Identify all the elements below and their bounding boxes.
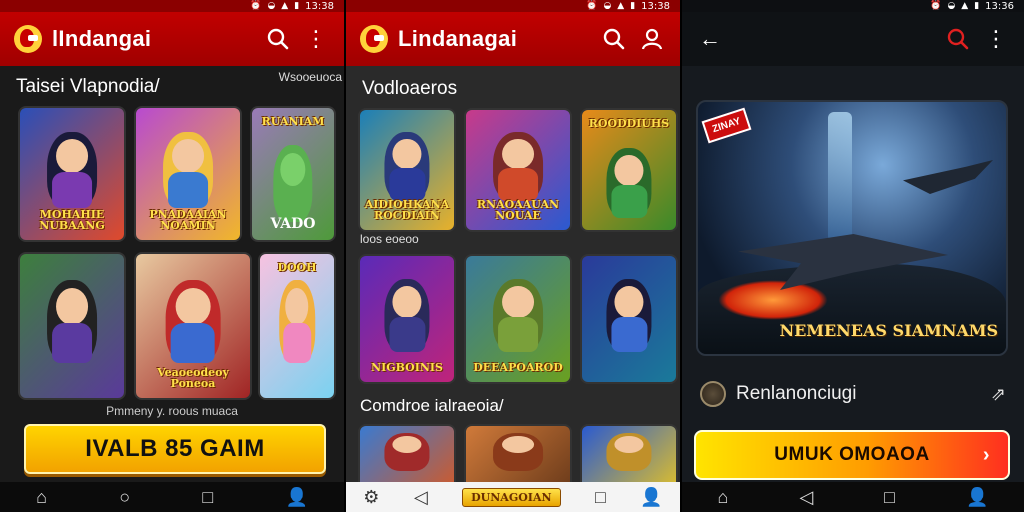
side-label: Wsooeuoca [278, 70, 342, 84]
back-icon[interactable]: ◁ [414, 487, 428, 508]
chevron-right-icon: › [982, 443, 990, 466]
hero-banner[interactable]: ZINAY NEMENEAS SIAMNAMS [696, 100, 1008, 356]
game-tile[interactable]: DOOH [258, 252, 336, 400]
alarm-icon: ⏰ [250, 1, 262, 11]
app-bar: ← ⋮ [682, 12, 1024, 66]
status-time: 13:38 [305, 0, 334, 12]
search-icon[interactable] [944, 25, 972, 53]
game-tile[interactable]: PNADAAIAN NOAMIN [134, 106, 242, 242]
tile-title: PNADAAIAN NOAMIN [149, 207, 227, 233]
circle-icon[interactable]: ○ [119, 487, 130, 508]
unlock-button[interactable]: UMUK OMOAOA › [694, 430, 1010, 480]
game-tile[interactable]: Veaoeodeoy Poneoa [134, 252, 252, 400]
spaceship-art-small [903, 160, 993, 194]
caption-text: Pmmeny y. roous muaca [106, 404, 238, 418]
screen-detail: ⏰ ◒ ▲ ▮ 13:36 ← ⋮ ZINAY NEMENEAS SIAMNAM… [682, 0, 1024, 512]
bottom-nav: ⌂ ○ □ 👤 [0, 482, 344, 512]
tile-title: RNAOAAUAN NOUAE [476, 197, 560, 223]
bottom-nav: ⚙ ◁ DUNAGOIAN □ 👤 [346, 482, 680, 512]
signal-icon: ▲ [281, 1, 289, 11]
game-info-row: Renlanonciugi ⇗ [700, 378, 1006, 410]
game-tile[interactable] [580, 254, 678, 384]
share-icon[interactable]: ⇗ [991, 384, 1006, 405]
profile-icon[interactable] [638, 25, 666, 53]
screen-home: ⏰ ◒ ▲ ▮ 13:38 lIndangai ⋮ Taisei Vlapnod… [0, 0, 344, 512]
status-bar: ⏰ ◒ ▲ ▮ 13:38 [0, 0, 344, 12]
tile-subtitle: VADO [270, 216, 316, 233]
status-time: 13:36 [985, 0, 1014, 12]
signal-icon: ▲ [961, 1, 969, 11]
square-icon[interactable]: □ [202, 487, 213, 508]
game-emblem-icon [700, 381, 726, 407]
app-title: lIndangai [52, 26, 152, 51]
tile-title: MOHAHIE NUBAANG [39, 207, 105, 233]
tile-title: DEEAPOAROD [473, 361, 563, 375]
game-tile[interactable]: NIGBOINIS [358, 254, 456, 384]
wifi-icon: ◒ [603, 1, 612, 11]
game-tile[interactable]: RNAOAAUAN NOUAE [464, 108, 572, 232]
battery-icon: ▮ [294, 1, 300, 11]
game-tile[interactable]: ROODDIUHS [580, 108, 678, 232]
battery-icon: ▮ [630, 1, 636, 11]
more-vertical-icon[interactable]: ⋮ [982, 25, 1010, 53]
back-icon[interactable]: ◁ [799, 487, 813, 508]
game-tile[interactable]: MOHAHIE NUBAANG [18, 106, 126, 242]
search-icon[interactable] [600, 25, 628, 53]
subsection-label: loos eoeoo [360, 232, 419, 246]
signal-icon: ▲ [617, 1, 625, 11]
status-bar: ⏰ ◒ ▲ ▮ 13:38 [346, 0, 680, 12]
game-tile[interactable] [18, 252, 126, 400]
status-bar: ⏰ ◒ ▲ ▮ 13:36 [682, 0, 1024, 12]
character-art [273, 144, 313, 222]
home-icon[interactable]: ⌂ [36, 487, 47, 508]
game-tile[interactable]: DEEAPOAROD [464, 254, 572, 384]
section-title-2: Comdroe ialraeoia/ [360, 396, 504, 415]
app-title: Lindanagai [398, 26, 518, 51]
home-icon[interactable]: ⌂ [717, 487, 728, 508]
wifi-icon: ◒ [947, 1, 956, 11]
character-art [47, 131, 97, 209]
tile-title: RUANIAM [261, 115, 325, 128]
more-vertical-icon[interactable]: ⋮ [302, 25, 330, 53]
tile-title: NIGBOINIS [371, 361, 443, 375]
app-bar: Lindanagai [346, 12, 680, 66]
play-button[interactable]: IVALB 85 GAIM [24, 424, 326, 474]
battery-icon: ▮ [974, 1, 980, 11]
search-icon[interactable] [264, 25, 292, 53]
tile-title: AIDIOHKANA ROCDIAIN [364, 197, 450, 223]
character-art [279, 279, 315, 364]
wifi-icon: ◒ [267, 1, 276, 11]
character-art [165, 279, 221, 364]
tile-title: ROODDIUHS [588, 117, 670, 130]
character-art [163, 131, 213, 209]
profile-icon[interactable]: 👤 [640, 487, 662, 508]
tile-title: Veaoeodeoy Poneoa [157, 365, 229, 391]
profile-icon[interactable]: 👤 [285, 487, 307, 508]
app-logo-icon [360, 25, 388, 53]
back-arrow-icon[interactable]: ← [696, 25, 724, 53]
profile-icon[interactable]: 👤 [966, 487, 988, 508]
tile-title: DOOH [277, 261, 317, 274]
light-beam-art [828, 112, 852, 242]
app-logo-icon [14, 25, 42, 53]
engine-flame-art [718, 280, 828, 320]
game-tile[interactable]: AIDIOHKANA ROCDIAIN [358, 108, 456, 232]
status-time: 13:38 [641, 0, 670, 12]
section-title: Vodloaeros [362, 78, 458, 99]
game-name: Renlanonciugi [736, 383, 857, 404]
bottom-nav: ⌂ ◁ □ 👤 [682, 482, 1024, 512]
hero-title: NEMENEAS SIAMNAMS [779, 321, 998, 341]
brand-badge[interactable]: DUNAGOIAN [462, 487, 561, 507]
unlock-button-label: UMUK OMOAOA [774, 444, 930, 465]
alarm-icon: ⏰ [930, 1, 942, 11]
square-icon[interactable]: □ [884, 487, 895, 508]
hero-badge: ZINAY [701, 107, 752, 144]
alarm-icon: ⏰ [586, 1, 598, 11]
app-bar: lIndangai ⋮ [0, 12, 344, 66]
character-art [47, 279, 97, 364]
settings-icon[interactable]: ⚙ [363, 487, 379, 508]
screen-catalog: ⏰ ◒ ▲ ▮ 13:38 Lindanagai Vodloaeros AIDI… [344, 0, 682, 512]
square-icon[interactable]: □ [595, 487, 606, 508]
game-tile[interactable]: RUANIAM VADO [250, 106, 336, 242]
